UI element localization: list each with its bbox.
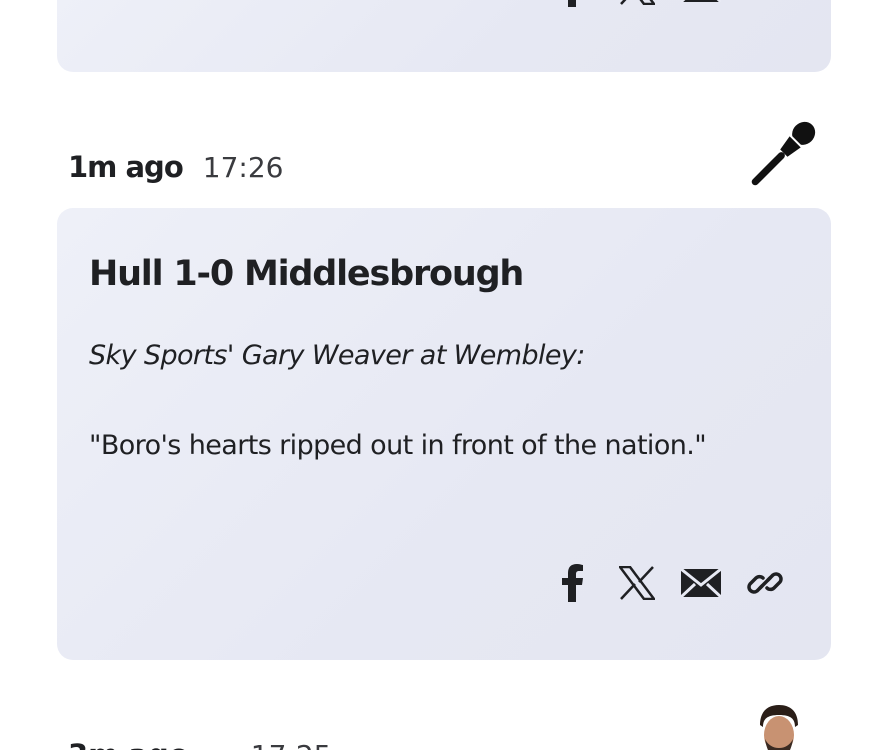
entry-byline: Sky Sports' Gary Weaver at Wembley: [89,340,585,371]
link-icon[interactable] [745,0,785,8]
reporter-avatar [752,703,806,750]
share-row [529,0,785,8]
timestamp: 17:26 [202,151,284,184]
previous-entry-card [57,0,831,72]
entry-headline: Hull 1-0 Middlesbrough [89,254,524,294]
entry-meta: 1m ago 17:26 [68,150,283,184]
x-icon[interactable] [617,563,657,603]
x-icon[interactable] [617,0,657,8]
link-icon[interactable] [745,563,785,603]
microphone-icon [740,115,822,197]
entry-card: Hull 1-0 Middlesbrough Sky Sports' Gary … [57,208,831,660]
next-timestamp: 17:25 [251,739,332,750]
next-time-ago: 3m ago [68,738,189,750]
time-ago: 1m ago [68,150,184,184]
email-icon[interactable] [681,0,721,8]
facebook-icon[interactable] [553,0,593,8]
entry-quote: "Boro's hearts ripped out in front of th… [89,430,707,461]
next-entry-meta: 3m ago 17:25 [68,738,331,750]
share-row [529,563,785,603]
facebook-icon[interactable] [553,563,593,603]
email-icon[interactable] [681,563,721,603]
